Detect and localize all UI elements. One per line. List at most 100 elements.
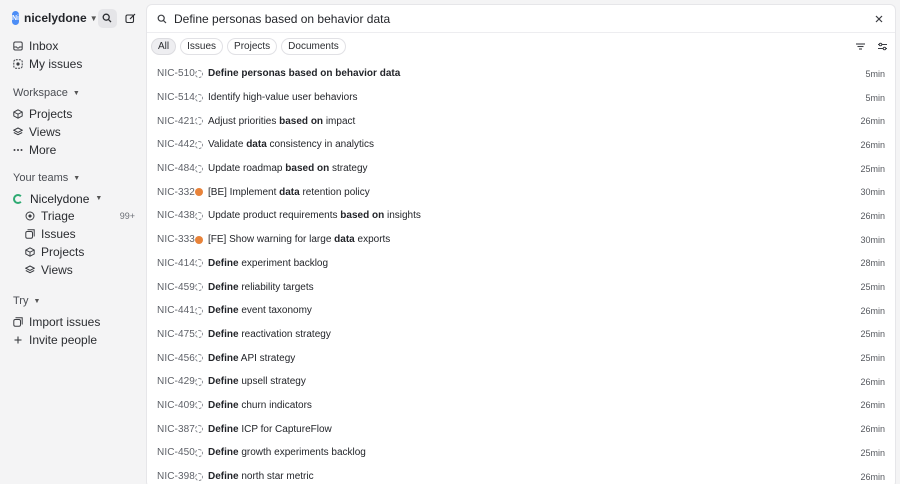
filter-issues[interactable]: Issues	[180, 37, 224, 55]
issue-identifier: NIC-333	[157, 234, 195, 246]
list-item[interactable]: NIC-510 Define personas based on behavior…	[147, 62, 895, 86]
sidebar-item-more[interactable]: More	[6, 141, 139, 158]
status-backlog-icon	[195, 330, 203, 339]
search-icon	[157, 14, 167, 23]
issue-title: Define growth experiments backlog	[208, 447, 855, 458]
title-text: Identify high-value user behaviors	[208, 92, 358, 104]
status-backlog-icon	[195, 425, 203, 434]
list-item[interactable]: NIC-421 Adjust priorities based on impact…	[147, 109, 895, 133]
issue-identifier: NIC-387	[157, 423, 195, 435]
sidebar-item-invite-people[interactable]: Invite people	[6, 331, 139, 348]
updated-time: 25min	[860, 353, 885, 364]
updated-time: 25min	[860, 329, 885, 340]
list-item[interactable]: NIC-333 [FE] Show warning for large data …	[147, 228, 895, 252]
title-text: insights	[384, 210, 421, 222]
list-item[interactable]: NIC-514 Identify high-value user behavior…	[147, 86, 895, 110]
search-button[interactable]	[97, 8, 117, 28]
list-item[interactable]: NIC-398 Define north star metric 26min	[147, 465, 895, 484]
sidebar-item-label: Projects	[41, 244, 85, 259]
filter-icon	[855, 42, 865, 50]
caret-down-icon: ▼	[33, 297, 41, 305]
issue-identifier: NIC-484	[157, 163, 195, 175]
sliders-icon	[877, 42, 887, 50]
list-item[interactable]: NIC-441 Define event taxonomy 26min	[147, 299, 895, 323]
updated-time: 25min	[860, 447, 885, 458]
match-highlight: Define	[208, 376, 239, 388]
updated-time: 30min	[860, 234, 885, 245]
title-text: [FE] Show warning for large	[208, 234, 335, 246]
sidebar-item-label: Triage	[41, 208, 75, 223]
sidebar-item-issues[interactable]: Issues	[6, 225, 139, 242]
try-section-toggle[interactable]: Try ▼	[6, 293, 139, 309]
issue-title: Adjust priorities based on impact	[208, 116, 855, 127]
match-highlight: based on	[285, 163, 330, 175]
sidebar-item-label: My issues	[29, 56, 83, 71]
title-text: ICP for CaptureFlow	[238, 423, 332, 435]
workspace-section-toggle[interactable]: Workspace ▼	[6, 85, 139, 101]
title-text: event taxonomy	[238, 305, 312, 317]
status-backlog-icon	[195, 211, 203, 220]
title-text: north star metric	[238, 471, 314, 483]
updated-time: 26min	[860, 376, 885, 387]
filter-button[interactable]	[851, 37, 869, 55]
issue-identifier: NIC-510	[157, 68, 195, 80]
match-highlight: Define	[208, 423, 239, 435]
sidebar-item-label: Views	[29, 124, 61, 139]
list-item[interactable]: NIC-456 Define API strategy 25min	[147, 346, 895, 370]
sidebar-item-inbox[interactable]: Inbox	[6, 37, 139, 54]
list-item[interactable]: NIC-429 Define upsell strategy 26min	[147, 370, 895, 394]
list-item[interactable]: NIC-332 [BE] Implement data retention pol…	[147, 180, 895, 204]
list-item[interactable]: NIC-459 Define reliability targets 25min	[147, 275, 895, 299]
sidebar-item-projects[interactable]: Projects	[6, 105, 139, 122]
list-item[interactable]: NIC-414 Define experiment backlog 28min	[147, 252, 895, 276]
issue-title: Identify high-value user behaviors	[208, 92, 855, 103]
search-bar	[147, 5, 895, 33]
title-text: API strategy	[238, 352, 296, 364]
updated-time: 26min	[860, 210, 885, 221]
issue-identifier: NIC-332	[157, 186, 195, 198]
workspace-switcher[interactable]: Ni nicelydone ▼	[6, 8, 139, 28]
sidebar-item-my-issues[interactable]: My issues	[6, 55, 139, 72]
issue-identifier: NIC-442	[157, 139, 195, 151]
title-text: strategy	[329, 163, 368, 175]
sidebar-item-triage[interactable]: Triage 99+	[6, 207, 139, 224]
new-issue-button[interactable]	[121, 9, 140, 28]
filter-all[interactable]: All	[151, 37, 177, 55]
clear-search-button[interactable]	[871, 11, 887, 27]
sidebar-item-team-projects[interactable]: Projects	[6, 243, 139, 260]
title-text: Adjust priorities	[208, 115, 280, 127]
list-item[interactable]: NIC-484 Update roadmap based on strategy 2…	[147, 157, 895, 181]
list-item[interactable]: NIC-475 Define reactivation strategy 25min	[147, 323, 895, 347]
title-text: reactivation strategy	[238, 328, 331, 340]
sidebar-item-label: Inbox	[29, 38, 59, 53]
updated-time: 26min	[860, 305, 885, 316]
search-input[interactable]	[174, 11, 871, 26]
results-list: NIC-510 Define personas based on behavior…	[147, 62, 895, 484]
sidebar-item-label: Issues	[41, 226, 76, 241]
list-item[interactable]: NIC-387 Define ICP for CaptureFlow 26min	[147, 417, 895, 441]
section-label: Your teams	[13, 172, 69, 184]
projects-icon	[13, 108, 23, 119]
issue-title: Validate data consistency in analytics	[208, 139, 855, 150]
list-item[interactable]: NIC-409 Define churn indicators 26min	[147, 394, 895, 418]
filter-documents[interactable]: Documents	[281, 37, 346, 55]
filter-projects[interactable]: Projects	[227, 37, 278, 55]
updated-time: 28min	[860, 258, 885, 269]
list-item[interactable]: NIC-438 Update product requirements based…	[147, 204, 895, 228]
projects-icon	[25, 246, 35, 257]
issue-title: Define API strategy	[208, 353, 855, 364]
match-highlight: Define	[208, 328, 239, 340]
sidebar-item-views[interactable]: Views	[6, 123, 139, 140]
title-text: Validate	[208, 139, 247, 151]
list-item[interactable]: NIC-450 Define growth experiments backlog…	[147, 441, 895, 465]
sidebar-item-import-issues[interactable]: Import issues	[6, 313, 139, 330]
list-item[interactable]: NIC-442 Validate data consistency in anal…	[147, 133, 895, 157]
workspace-avatar: Ni	[12, 11, 19, 25]
teams-section-toggle[interactable]: Your teams ▼	[6, 170, 139, 186]
team-nicelydone[interactable]: Nicelydone ▼	[6, 190, 139, 207]
display-options-button[interactable]	[873, 37, 891, 55]
status-backlog-icon	[195, 472, 203, 481]
issue-identifier: NIC-438	[157, 210, 195, 222]
title-text: consistency in analytics	[266, 139, 375, 151]
sidebar-item-team-views[interactable]: Views	[6, 261, 139, 278]
